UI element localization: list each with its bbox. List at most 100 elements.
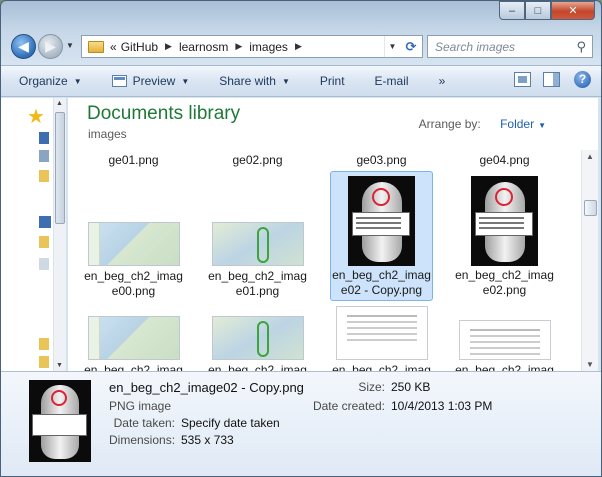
file-item[interactable]: en_beg_ch2_image03.png bbox=[82, 316, 185, 371]
file-item[interactable]: en_beg_ch2_image01.png bbox=[206, 222, 309, 299]
chevron-down-icon: ▼ bbox=[281, 76, 290, 86]
scroll-down-icon[interactable]: ▼ bbox=[56, 362, 63, 369]
library-title: Documents library bbox=[87, 103, 241, 124]
file-item[interactable]: ge01.png bbox=[82, 153, 185, 168]
date-taken-value[interactable]: Specify date taken bbox=[181, 416, 280, 430]
date-taken-label: Date taken: bbox=[113, 416, 175, 430]
breadcrumb-github[interactable]: GitHub bbox=[119, 40, 160, 54]
library-subtitle: images bbox=[88, 127, 127, 141]
file-item[interactable]: en_beg_ch2_image02.png bbox=[453, 171, 556, 298]
address-dropdown-icon[interactable]: ▼ bbox=[384, 36, 400, 57]
folder-icon[interactable] bbox=[39, 356, 49, 368]
arrange-by-label: Arrange by: bbox=[418, 117, 481, 131]
details-thumbnail bbox=[29, 380, 91, 462]
more-commands-button[interactable]: » bbox=[439, 74, 446, 88]
close-button[interactable]: ✕ bbox=[551, 1, 595, 20]
breadcrumb-separator-icon[interactable]: ▶ bbox=[290, 41, 307, 52]
details-pane: en_beg_ch2_image02 - Copy.png PNG image … bbox=[1, 371, 601, 476]
breadcrumb-separator-icon[interactable]: ▶ bbox=[160, 41, 177, 52]
maximize-button[interactable]: □ bbox=[525, 1, 551, 20]
size-row: Size: 250 KB bbox=[305, 380, 430, 394]
scroll-up-icon[interactable]: ▲ bbox=[586, 152, 594, 161]
dimensions-label: Dimensions: bbox=[109, 433, 176, 447]
folder-icon[interactable] bbox=[39, 170, 49, 182]
breadcrumb-images[interactable]: images bbox=[247, 40, 290, 54]
breadcrumb-learnosm[interactable]: learnosm bbox=[177, 40, 230, 54]
caption-buttons: – □ ✕ bbox=[499, 1, 595, 20]
date-created-value: 10/4/2013 1:03 PM bbox=[391, 399, 493, 413]
scroll-up-icon[interactable]: ▲ bbox=[56, 100, 63, 107]
search-icon[interactable]: ⚲ bbox=[576, 39, 586, 55]
view-controls: ? bbox=[502, 71, 591, 88]
preview-icon bbox=[111, 75, 127, 87]
print-button[interactable]: Print bbox=[320, 74, 345, 88]
folder-icon[interactable] bbox=[39, 338, 49, 350]
drive-icon[interactable] bbox=[39, 258, 49, 270]
file-item[interactable]: en_beg_ch2_image05.png bbox=[330, 306, 433, 371]
file-name: ge02.png bbox=[232, 153, 283, 167]
email-button[interactable]: E-mail bbox=[375, 74, 409, 88]
address-bar[interactable]: « GitHub ▶ learnosm ▶ images ▶ ▼ ⟳ bbox=[81, 35, 423, 58]
share-with-label: Share with bbox=[219, 74, 276, 88]
date-created-row: Date created: 10/4/2013 1:03 PM bbox=[305, 399, 492, 413]
file-thumbnail bbox=[335, 306, 428, 360]
organize-menu[interactable]: Organize ▼ bbox=[19, 74, 82, 88]
breadcrumb-separator-icon[interactable]: ▶ bbox=[230, 41, 247, 52]
favorites-star-icon[interactable]: ★ bbox=[27, 104, 45, 129]
file-item[interactable]: ge02.png bbox=[206, 153, 309, 168]
date-created-label: Date created: bbox=[312, 399, 385, 413]
file-item-selected[interactable]: en_beg_ch2_image02 - Copy.png bbox=[330, 171, 433, 301]
chevron-down-icon: ▼ bbox=[181, 76, 190, 86]
details-file-type: PNG image bbox=[109, 399, 172, 413]
file-name: en_beg_ch2_image05.png bbox=[332, 363, 431, 371]
explorer-window: – □ ✕ ◀ ▶ ▼ « GitHub ▶ learnosm ▶ images… bbox=[0, 0, 602, 477]
scroll-down-icon[interactable]: ▼ bbox=[586, 360, 594, 369]
file-name: en_beg_ch2_image01.png bbox=[208, 269, 307, 298]
file-list-pane: Documents library images Arrange by: Fol… bbox=[68, 98, 598, 371]
recent-places-icon[interactable] bbox=[39, 150, 49, 162]
file-item[interactable]: ge04.png bbox=[453, 153, 556, 168]
arrange-by-dropdown[interactable]: Folder bbox=[500, 117, 534, 131]
file-name: ge04.png bbox=[479, 153, 530, 167]
dimensions-row: Dimensions: 535 x 733 bbox=[109, 433, 234, 447]
size-label: Size: bbox=[358, 380, 385, 394]
chevron-down-icon: ▼ bbox=[73, 76, 82, 86]
organize-label: Organize bbox=[19, 74, 68, 88]
dimensions-value: 535 x 733 bbox=[181, 433, 234, 447]
details-file-name: en_beg_ch2_image02 - Copy.png bbox=[109, 380, 304, 395]
scrollbar-thumb[interactable] bbox=[55, 112, 65, 224]
address-controls: ▼ ⟳ bbox=[384, 36, 422, 57]
refresh-icon[interactable]: ⟳ bbox=[400, 39, 422, 55]
file-item[interactable]: en_beg_ch2_image04.png bbox=[206, 316, 309, 371]
file-name: en_beg_ch2_image06.png bbox=[455, 363, 554, 371]
file-item[interactable]: ge03.png bbox=[330, 153, 433, 168]
share-with-menu[interactable]: Share with ▼ bbox=[219, 74, 290, 88]
file-item[interactable]: en_beg_ch2_image06.png bbox=[453, 320, 556, 371]
folder-icon[interactable] bbox=[39, 236, 49, 248]
forward-button[interactable]: ▶ bbox=[38, 34, 63, 59]
file-thumbnail bbox=[87, 316, 180, 360]
help-icon[interactable]: ? bbox=[574, 71, 591, 88]
chevron-down-icon[interactable]: ▼ bbox=[538, 121, 546, 130]
size-value: 250 KB bbox=[391, 380, 431, 394]
preview-menu[interactable]: Preview ▼ bbox=[111, 74, 190, 88]
breadcrumb-overflow[interactable]: « bbox=[108, 40, 119, 54]
file-name: en_beg_ch2_image04.png bbox=[208, 363, 307, 371]
scrollbar-thumb[interactable] bbox=[584, 200, 597, 216]
search-input[interactable]: Search images ⚲ bbox=[427, 35, 593, 58]
minimize-button[interactable]: – bbox=[499, 1, 525, 20]
change-view-icon[interactable] bbox=[514, 72, 531, 87]
back-button[interactable]: ◀ bbox=[11, 34, 36, 59]
recent-pages-dropdown[interactable]: ▼ bbox=[66, 41, 74, 50]
file-name: en_beg_ch2_image02 - Copy.png bbox=[332, 268, 431, 297]
file-item[interactable]: en_beg_ch2_image00.png bbox=[82, 222, 185, 299]
command-bar: Organize ▼ Preview ▼ Share with ▼ Print E-m… bbox=[1, 65, 601, 97]
navigation-scrollbar[interactable]: ▲ ▼ bbox=[53, 98, 66, 371]
preview-pane-icon[interactable] bbox=[543, 72, 560, 87]
desktop-icon[interactable] bbox=[39, 132, 49, 144]
file-thumbnail bbox=[87, 222, 180, 266]
date-taken-row: Date taken: Specify date taken bbox=[109, 416, 280, 430]
computer-icon[interactable] bbox=[39, 216, 51, 228]
file-list-scrollbar[interactable]: ▲ ▼ bbox=[581, 150, 598, 371]
file-name: en_beg_ch2_image00.png bbox=[84, 269, 183, 298]
